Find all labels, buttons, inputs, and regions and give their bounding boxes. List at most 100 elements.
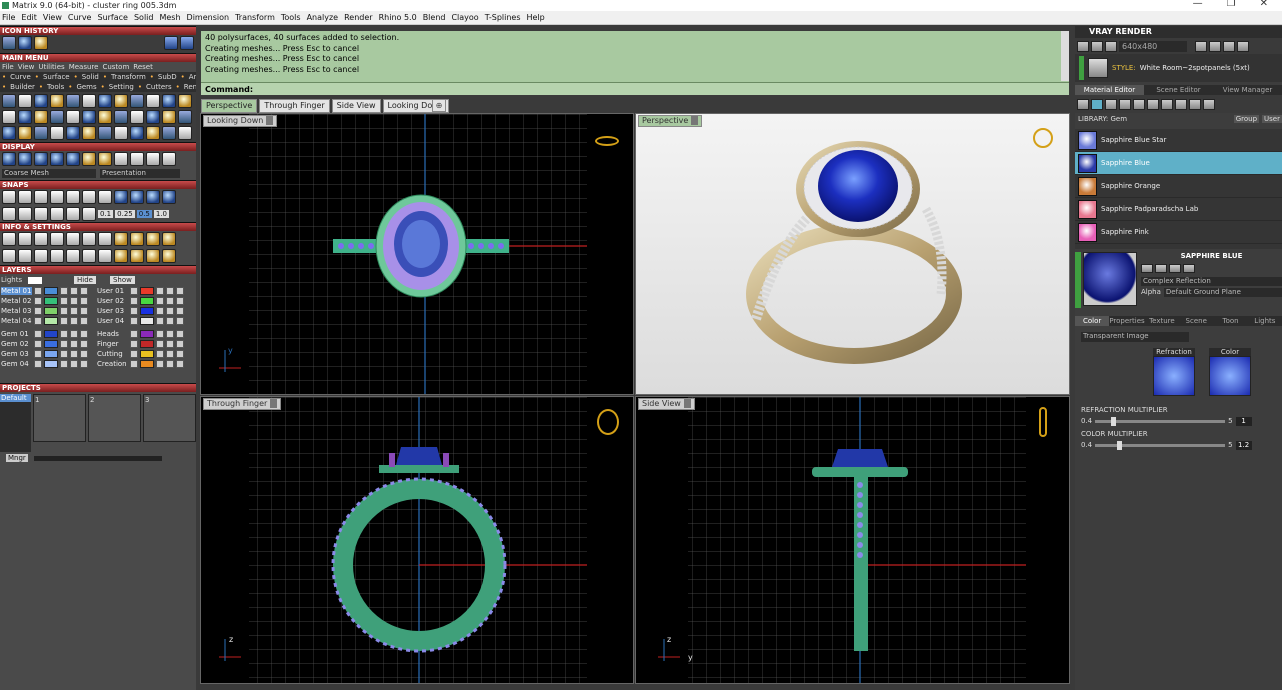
menu-item-clayoo[interactable]: Clayoo <box>449 13 482 22</box>
tool-icon[interactable] <box>114 126 128 140</box>
add-tab-icon[interactable]: ⊕ <box>432 99 446 112</box>
settings-icon[interactable] <box>66 232 80 246</box>
layer-color-swatch[interactable] <box>140 330 154 338</box>
settings-icon[interactable] <box>18 232 32 246</box>
group-button[interactable]: Group <box>1233 115 1260 123</box>
tab-side-view[interactable]: Side View <box>331 99 381 113</box>
tool-icon[interactable] <box>2 110 16 124</box>
main-menu-custom[interactable]: Custom <box>102 62 129 72</box>
viewport-label-looking-down[interactable]: Looking Down <box>203 115 278 127</box>
layer-lock-icon[interactable] <box>60 360 68 368</box>
display-mode-icon[interactable] <box>130 152 144 166</box>
list-icon[interactable] <box>1223 40 1235 52</box>
ring-front-view-icon[interactable] <box>597 409 619 435</box>
layout-icon[interactable] <box>1237 40 1249 52</box>
tool-icon[interactable] <box>146 110 160 124</box>
snap-icon[interactable] <box>50 190 64 204</box>
layer-visibility-icon[interactable] <box>70 360 78 368</box>
layer-color-swatch[interactable] <box>140 360 154 368</box>
tool-icon[interactable] <box>18 94 32 108</box>
menu-item-analyze[interactable]: Analyze <box>305 13 343 22</box>
layer-visibility-icon[interactable] <box>166 350 174 358</box>
layer-visibility-icon[interactable] <box>166 330 174 338</box>
display-mode-icon[interactable] <box>82 152 96 166</box>
tool-icon[interactable] <box>130 126 144 140</box>
stripes-icon[interactable] <box>1175 98 1187 110</box>
forward-arrow-icon[interactable] <box>180 36 194 50</box>
hide-button[interactable]: Hide <box>74 276 96 284</box>
menu-item-view[interactable]: View <box>41 13 66 22</box>
tool-icon[interactable] <box>66 126 80 140</box>
tab-through-finger[interactable]: Through Finger <box>259 99 330 113</box>
tool-icon[interactable] <box>34 110 48 124</box>
menu-item-dimension[interactable]: Dimension <box>185 13 234 22</box>
menu-item-solid[interactable]: Solid <box>132 13 158 22</box>
snap-icon[interactable] <box>98 190 112 204</box>
layer-row-cutting[interactable]: Cutting <box>96 349 194 359</box>
layer-expand-icon[interactable] <box>130 317 138 325</box>
menu-item-mesh[interactable]: Mesh <box>157 13 184 22</box>
layer-row-metal-03[interactable]: Metal 03 <box>0 306 96 316</box>
settings-icon[interactable] <box>82 232 96 246</box>
layer-color-swatch[interactable] <box>44 330 58 338</box>
main-menu-solid[interactable]: Solid <box>82 72 99 82</box>
material-expand-handle[interactable] <box>1075 252 1081 308</box>
layer-row-heads[interactable]: Heads <box>96 329 194 339</box>
snap-icon[interactable] <box>34 190 48 204</box>
color-multiplier-slider[interactable]: 0.4 5 1.2 <box>1075 440 1282 450</box>
history-icon-1[interactable] <box>2 36 16 50</box>
settings-icon[interactable] <box>114 232 128 246</box>
prop-tab-texture[interactable]: Texture <box>1145 316 1179 326</box>
settings-icon[interactable] <box>18 249 32 263</box>
main-menu-gems[interactable]: Gems <box>76 82 96 92</box>
tool-icon[interactable] <box>2 126 16 140</box>
layer-expand-icon[interactable] <box>130 340 138 348</box>
main-menu-cutters[interactable]: Cutters <box>146 82 172 92</box>
display-mode-icon[interactable] <box>34 152 48 166</box>
tab-view-manager[interactable]: View Manager <box>1213 85 1282 95</box>
layer-row-user-03[interactable]: User 03 <box>96 306 194 316</box>
menu-item-help[interactable]: Help <box>525 13 549 22</box>
layer-expand-icon[interactable] <box>34 287 42 295</box>
layer-color-swatch[interactable] <box>44 317 58 325</box>
layer-select-icon[interactable] <box>176 307 184 315</box>
tool-icon[interactable] <box>98 94 112 108</box>
close-button[interactable]: ✕ <box>1260 0 1268 9</box>
layer-color-swatch[interactable] <box>140 317 154 325</box>
main-menu-surface[interactable]: Surface <box>43 72 70 82</box>
ring-perspective-icon[interactable] <box>1033 128 1053 148</box>
layer-color-swatch[interactable] <box>44 307 58 315</box>
main-menu-utilities[interactable]: Utilities <box>38 62 64 72</box>
tool-icon[interactable] <box>178 94 192 108</box>
layer-select-icon[interactable] <box>176 340 184 348</box>
main-menu-curve[interactable]: Curve <box>10 72 31 82</box>
tool-icon[interactable] <box>178 110 192 124</box>
viewport-side-view[interactable]: Side View z y <box>635 396 1070 684</box>
camera-icon[interactable] <box>1105 40 1117 52</box>
refraction-knob[interactable] <box>1111 416 1117 426</box>
color-value-field[interactable]: 1.2 <box>1235 440 1252 450</box>
menu-item-t-splines[interactable]: T-Splines <box>483 13 525 22</box>
layer-row-finger[interactable]: Finger <box>96 339 194 349</box>
layer-visibility-icon[interactable] <box>70 330 78 338</box>
gem-icon[interactable] <box>1091 98 1103 110</box>
tool-icon[interactable] <box>114 94 128 108</box>
settings-icon[interactable] <box>50 232 64 246</box>
layer-row-gem-01[interactable]: Gem 01 <box>0 329 96 339</box>
menu-item-blend[interactable]: Blend <box>421 13 450 22</box>
snap-tool-icon[interactable] <box>66 207 80 221</box>
menu-item-surface[interactable]: Surface <box>95 13 131 22</box>
tool-icon[interactable] <box>50 94 64 108</box>
main-menu-render[interactable]: Render <box>184 82 196 92</box>
menu-item-tools[interactable]: Tools <box>279 13 305 22</box>
tool-icon[interactable] <box>162 94 176 108</box>
settings-icon[interactable] <box>98 232 112 246</box>
layer-select-icon[interactable] <box>176 317 184 325</box>
layer-select-icon[interactable] <box>80 340 88 348</box>
refraction-multiplier-slider[interactable]: 0.4 5 1 <box>1075 416 1282 426</box>
tool-icon[interactable] <box>82 126 96 140</box>
layer-expand-icon[interactable] <box>130 360 138 368</box>
layer-select-icon[interactable] <box>80 350 88 358</box>
layer-lock-icon[interactable] <box>60 330 68 338</box>
tool-icon[interactable] <box>98 110 112 124</box>
